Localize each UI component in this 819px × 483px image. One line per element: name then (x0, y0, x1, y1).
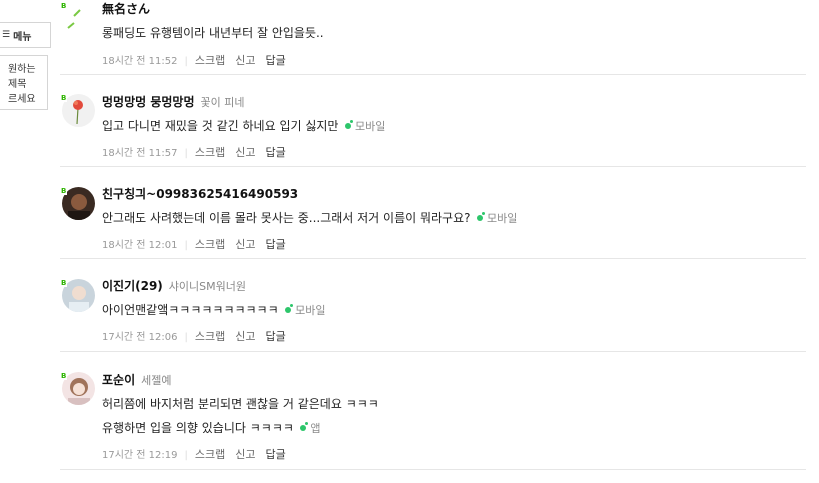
report-button[interactable]: 신고 (235, 146, 255, 159)
reply-button[interactable]: 답글 (266, 146, 286, 159)
scrap-button[interactable]: 스크랩 (195, 448, 225, 461)
comment-item: B 친구칭긔~09983625416490593 안그래도 사려했는데 이름 몰… (60, 176, 806, 259)
scrap-button[interactable]: 스크랩 (195, 146, 225, 159)
timestamp: 18시간 전 11:57 (102, 148, 178, 159)
comment-text: 아이언맨같앸ㅋㅋㅋㅋㅋㅋㅋㅋㅋㅋ 모바일 (102, 301, 326, 318)
comment-meta: 17시간 전 12:06 | 스크랩 신고 답글 (102, 328, 296, 344)
scrap-button[interactable]: 스크랩 (195, 238, 225, 251)
device-label: 모바일 (487, 212, 518, 225)
device-tag: 모바일 (341, 120, 385, 133)
nickname-text: 포순이 (102, 373, 136, 387)
scrap-button[interactable]: 스크랩 (195, 54, 225, 67)
report-button[interactable]: 신고 (235, 238, 255, 251)
comment-meta: 18시간 전 11:52 | 스크랩 신고 답글 (102, 52, 296, 68)
nickname[interactable]: 포순이 세젤예 (102, 371, 172, 388)
reply-button[interactable]: 답글 (266, 238, 286, 251)
comment-text: 유행하면 입을 의향 있습니다 ㅋㅋㅋㅋ 앱 (102, 419, 321, 436)
menu-lines-icon: ☰ (2, 30, 11, 40)
side-menu-button[interactable]: ☰ 메뉴 (0, 22, 51, 48)
device-tag: 모바일 (474, 212, 518, 225)
report-button[interactable]: 신고 (235, 448, 255, 461)
side-info-line: 르세요 (8, 94, 36, 105)
side-info-line: 제목 (8, 79, 27, 90)
comment-text-content: 안그래도 사려했는데 이름 몰라 못사는 중...그래서 저거 이름이 뭐라구요… (102, 211, 471, 225)
timestamp: 17시간 전 12:06 (102, 332, 178, 343)
timestamp: 18시간 전 11:52 (102, 56, 178, 67)
comment-text: 롱패딩도 유행템이라 내년부터 잘 안입을듯.. (102, 26, 324, 40)
divider: | (184, 148, 188, 159)
device-tag: 모바일 (282, 304, 326, 317)
comment-text: 허리쯤에 바지처럼 분리되면 괜찮을 거 같은데요 ㅋㅋㅋ (102, 397, 379, 411)
scrap-button[interactable]: 스크랩 (195, 330, 225, 343)
comment-text-content: 아이언맨같앸ㅋㅋㅋㅋㅋㅋㅋㅋㅋㅋ (102, 303, 279, 317)
comment-item: B 멍멍망멍 뭉멍망멍 꽃이 피네 입고 다니면 재밌을 것 같긴 하네요 입기 … (60, 85, 806, 167)
comment-text-content: 유행하면 입을 의향 있습니다 ㅋㅋㅋㅋ (102, 421, 294, 435)
member-badge-icon: B (60, 279, 68, 287)
nickname[interactable]: 無名さん (102, 0, 150, 17)
device-label: 모바일 (354, 120, 386, 133)
nickname[interactable]: 멍멍망멍 뭉멍망멍 꽃이 피네 (102, 93, 244, 110)
comment-text: 입고 다니면 재밌을 것 같긴 하네요 입기 싫지만 모바일 (102, 117, 385, 134)
side-info-line: 원하는 (8, 64, 36, 75)
reply-button[interactable]: 답글 (266, 448, 286, 461)
comment-text-content: 입고 다니면 재밌을 것 같긴 하네요 입기 싫지만 (102, 119, 339, 133)
comment-meta: 18시간 전 11:57 | 스크랩 신고 답글 (102, 144, 296, 160)
nickname-text: 친구칭긔~09983625416490593 (102, 187, 299, 201)
comment-meta: 17시간 전 12:19 | 스크랩 신고 답글 (102, 446, 296, 462)
comment-item: B 포순이 세젤예 허리쯤에 바지처럼 분리되면 괜찮을 거 같은데요 ㅋㅋㅋ 유… (60, 361, 806, 470)
cafe-nickname: 꽃이 피네 (200, 96, 245, 109)
divider: | (184, 240, 188, 251)
device-label: 모바일 (295, 304, 326, 317)
report-button[interactable]: 신고 (235, 54, 255, 67)
report-button[interactable]: 신고 (235, 330, 255, 343)
comment-item: B 無名さん 롱패딩도 유행템이라 내년부터 잘 안입을듯.. 18시간 전 1… (60, 0, 806, 75)
device-label: 앱 (310, 422, 321, 435)
member-badge-icon: B (60, 2, 68, 10)
reply-button[interactable]: 답글 (266, 330, 286, 343)
nickname-text: 이진기(29) (102, 279, 163, 293)
side-menu-label: 메뉴 (13, 31, 32, 43)
timestamp: 17시간 전 12:19 (102, 450, 178, 461)
mobile-icon (477, 212, 485, 221)
nickname[interactable]: 친구칭긔~09983625416490593 (102, 185, 298, 202)
cafe-nickname: 세젤예 (141, 374, 172, 387)
divider: | (184, 56, 188, 67)
comment-item: B 이진기(29) 샤이니SM워너원 아이언맨같앸ㅋㅋㅋㅋㅋㅋㅋㅋㅋㅋ 모바일 1… (60, 268, 806, 352)
reply-button[interactable]: 답글 (266, 54, 286, 67)
nickname[interactable]: 이진기(29) 샤이니SM워너원 (102, 277, 246, 294)
member-badge-icon: B (60, 94, 68, 102)
nickname-text: 無名さん (102, 2, 151, 16)
comment-text: 안그래도 사려했는데 이름 몰라 못사는 중...그래서 저거 이름이 뭐라구요… (102, 209, 517, 226)
cafe-nickname: 샤이니SM워너원 (168, 280, 246, 293)
device-tag: 앱 (297, 422, 321, 435)
timestamp: 18시간 전 12:01 (102, 240, 178, 251)
nickname-text: 멍멍망멍 뭉멍망멍 (102, 95, 195, 109)
divider: | (184, 450, 188, 461)
app-icon (300, 422, 309, 431)
mobile-icon (344, 120, 353, 129)
comment-meta: 18시간 전 12:01 | 스크랩 신고 답글 (102, 236, 296, 252)
member-badge-icon: B (60, 372, 68, 380)
divider: | (184, 332, 188, 343)
side-info-box: 원하는 제목 르세요 (0, 55, 48, 110)
member-badge-icon: B (60, 187, 68, 195)
mobile-icon (285, 304, 294, 313)
